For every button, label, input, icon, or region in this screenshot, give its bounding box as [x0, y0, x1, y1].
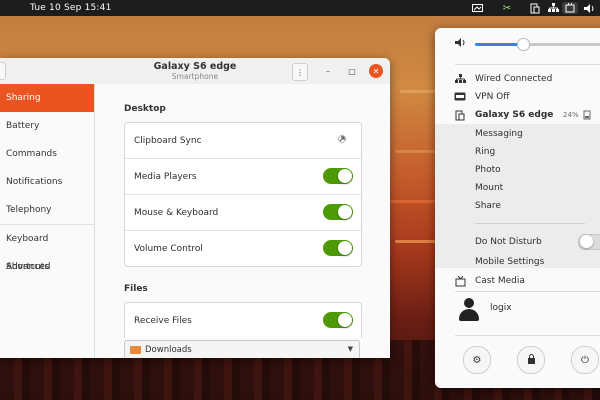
lock-icon — [527, 353, 536, 367]
chevron-down-icon: ▼ — [347, 345, 353, 353]
device-window: Galaxy S6 edge Smartphone ⋮ – □ ✕ Sharin… — [0, 58, 390, 358]
submenu-messaging[interactable]: Messaging — [475, 129, 523, 139]
sidebar-item-notifications[interactable]: Notifications — [0, 168, 94, 196]
submenu-share[interactable]: Share — [475, 201, 501, 211]
divider — [455, 64, 600, 65]
menu-button[interactable]: ⋮ — [292, 63, 308, 81]
power-icon: ⏻ — [581, 354, 589, 366]
external-link-icon[interactable] — [337, 134, 347, 147]
volume-control-label: Volume Control — [134, 243, 203, 254]
wired-network-icon — [454, 74, 466, 87]
power-button[interactable]: ⏻ — [571, 346, 599, 374]
cast-media-item[interactable]: Cast Media — [475, 276, 525, 286]
sidebar-item-advanced[interactable]: Advanced — [0, 253, 94, 281]
battery-icon[interactable] — [562, 2, 578, 14]
close-button[interactable]: ✕ — [369, 64, 383, 78]
media-players-switch[interactable] — [323, 168, 353, 184]
volume-icon — [454, 38, 466, 50]
mouse-keyboard-row[interactable]: Mouse & Keyboard — [125, 195, 361, 231]
divider — [455, 335, 600, 336]
device-battery-level: 24% — [563, 111, 579, 119]
submenu-photo[interactable]: Photo — [475, 165, 501, 175]
submenu-mount[interactable]: Mount — [475, 183, 503, 193]
phone-icon[interactable] — [528, 2, 542, 14]
mouse-keyboard-switch[interactable] — [323, 204, 353, 220]
volume-slider-fill — [475, 43, 523, 46]
sidebar-item-sharing[interactable]: Sharing — [0, 84, 94, 112]
sidebar-item-telephony[interactable]: Telephony — [0, 196, 94, 225]
do-not-disturb-label[interactable]: Do Not Disturb — [475, 237, 542, 247]
clipboard-sync-label: Clipboard Sync — [134, 135, 202, 146]
smartphone-icon — [454, 110, 466, 124]
divider — [455, 291, 600, 292]
files-heading: Files — [124, 284, 148, 294]
download-folder-select[interactable]: Downloads ▼ — [124, 340, 360, 358]
volume-control-switch[interactable] — [323, 240, 353, 256]
top-bar: Tue 10 Sep 15:41 ✂ — [0, 0, 600, 16]
clock[interactable]: Tue 10 Sep 15:41 — [30, 3, 112, 13]
gconnect-icon[interactable]: ✂ — [500, 2, 514, 14]
maximize-button[interactable]: □ — [345, 64, 359, 78]
submenu-ring[interactable]: Ring — [475, 147, 495, 157]
sidebar-item-commands[interactable]: Commands — [0, 140, 94, 168]
media-players-row[interactable]: Media Players — [125, 159, 361, 195]
sharing-panel: Desktop Clipboard Sync Media Players Mou… — [95, 84, 390, 358]
divider — [475, 223, 585, 224]
do-not-disturb-switch[interactable] — [578, 234, 600, 250]
download-folder-value: Downloads — [145, 345, 192, 355]
vpn-icon — [454, 92, 466, 104]
folder-icon — [130, 346, 141, 354]
desktop-heading: Desktop — [124, 104, 166, 114]
user-name[interactable]: logix — [490, 303, 512, 313]
avatar — [458, 298, 480, 322]
titlebar[interactable]: Galaxy S6 edge Smartphone ⋮ – □ ✕ — [0, 58, 390, 85]
clipboard-sync-row[interactable]: Clipboard Sync — [125, 123, 361, 159]
media-players-label: Media Players — [134, 171, 197, 182]
volume-icon[interactable] — [582, 2, 596, 14]
cast-icon — [454, 275, 466, 290]
sidebar-item-battery[interactable]: Battery — [0, 112, 94, 140]
sidebar-item-keyboard-shortcuts[interactable]: Keyboard Shortcuts — [0, 225, 94, 272]
system-menu: Wired Connected VPN Off Galaxy S6 edge 2… — [435, 28, 600, 388]
receive-files-label: Receive Files — [134, 315, 192, 326]
screen-icon[interactable] — [470, 2, 484, 14]
device-submenu: Messaging Ring Photo Mount Share Do Not … — [435, 124, 600, 268]
receive-files-switch[interactable] — [323, 312, 353, 328]
settings-icon: ⚙ — [472, 354, 482, 366]
vpn-status[interactable]: VPN Off — [475, 92, 509, 102]
receive-files-row[interactable]: Receive Files — [125, 303, 361, 338]
wired-status[interactable]: Wired Connected — [475, 74, 552, 84]
volume-control-row[interactable]: Volume Control — [125, 231, 361, 266]
files-card: Receive Files — [124, 302, 362, 338]
settings-button[interactable]: ⚙ — [463, 346, 491, 374]
settings-sidebar: Sharing Battery Commands Notifications T… — [0, 84, 95, 358]
mouse-keyboard-label: Mouse & Keyboard — [134, 207, 219, 218]
lock-button[interactable] — [517, 346, 545, 374]
battery-icon — [581, 110, 593, 123]
mobile-settings-item[interactable]: Mobile Settings — [475, 257, 544, 267]
device-name[interactable]: Galaxy S6 edge — [475, 110, 553, 120]
desktop-card: Clipboard Sync Media Players Mouse & Key… — [124, 122, 362, 267]
volume-slider-handle[interactable] — [517, 38, 530, 51]
network-icon[interactable] — [546, 2, 560, 14]
minimize-button[interactable]: – — [321, 64, 335, 78]
